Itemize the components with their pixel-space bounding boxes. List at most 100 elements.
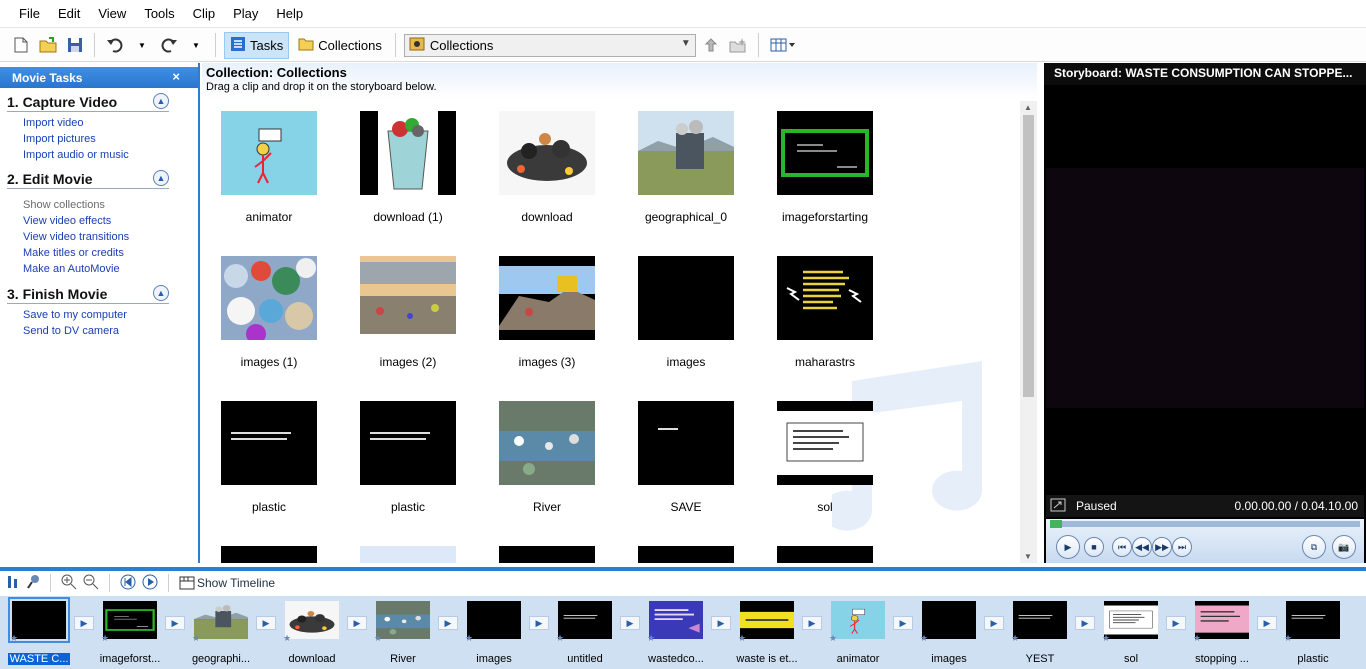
up-one-level-icon[interactable]: [700, 32, 722, 58]
transition-slot-icon[interactable]: ▶: [620, 616, 640, 630]
stop-icon[interactable]: ■: [1084, 537, 1104, 557]
collection-clip[interactable]: plastic: [343, 401, 473, 514]
seek-bar[interactable]: [1050, 520, 1360, 528]
effect-star-icon[interactable]: ★: [101, 633, 109, 644]
collection-clip[interactable]: plastic: [204, 401, 334, 514]
storyboard-clip[interactable]: ★ images: [918, 601, 980, 665]
task-link-view-video-transitions[interactable]: View video transitions: [7, 229, 198, 245]
views-icon[interactable]: [767, 32, 799, 58]
task-link-import-audio-or-music[interactable]: Import audio or music: [7, 147, 198, 163]
effect-star-icon[interactable]: ★: [738, 633, 746, 644]
storyboard-clip[interactable]: ★ wastedco...: [645, 601, 707, 665]
transition-slot-icon[interactable]: ▶: [711, 616, 731, 630]
previous-frame-icon[interactable]: ⏮: [1112, 537, 1132, 557]
transition-slot-icon[interactable]: ▶: [1166, 616, 1186, 630]
effect-star-icon[interactable]: ★: [920, 633, 928, 644]
effect-star-icon[interactable]: ★: [465, 633, 473, 644]
clip-thumbnail[interactable]: [499, 546, 595, 563]
task-link-make-titles-or-credits[interactable]: Make titles or credits: [7, 245, 198, 261]
storyboard-clip[interactable]: ★ plastic: [1282, 601, 1344, 665]
menu-view[interactable]: View: [89, 6, 135, 21]
scrollbar-thumb[interactable]: [1023, 115, 1034, 397]
transition-slot-icon[interactable]: ▶: [893, 616, 913, 630]
effect-star-icon[interactable]: ★: [1011, 633, 1019, 644]
storyboard-clip[interactable]: ★ untitled: [554, 601, 616, 665]
collection-select[interactable]: Collections ▼: [403, 33, 696, 57]
take-picture-icon[interactable]: 📷: [1332, 535, 1356, 559]
effect-star-icon[interactable]: ★: [192, 633, 200, 644]
redo-dropdown-icon[interactable]: ▼: [185, 32, 207, 58]
transition-slot-icon[interactable]: ▶: [802, 616, 822, 630]
effect-star-icon[interactable]: ★: [829, 633, 837, 644]
fast-forward-icon[interactable]: ▶▶: [1152, 537, 1172, 557]
collection-clip[interactable]: imageforstarting: [760, 111, 890, 224]
storyboard-clip[interactable]: ★ waste is et...: [736, 601, 798, 665]
collection-scrollbar[interactable]: ▲ ▼: [1020, 101, 1037, 563]
clip-thumbnail[interactable]: [221, 546, 317, 563]
clip-thumbnail[interactable]: [638, 546, 734, 563]
menu-file[interactable]: File: [10, 6, 49, 21]
transition-slot-icon[interactable]: ▶: [165, 616, 185, 630]
transition-slot-icon[interactable]: ▶: [256, 616, 276, 630]
task-section-title[interactable]: 1. Capture Video ▲: [7, 93, 169, 112]
tasks-toggle-button[interactable]: Tasks: [224, 31, 290, 59]
collapse-icon[interactable]: ▲: [153, 285, 169, 301]
effect-star-icon[interactable]: ★: [647, 633, 655, 644]
collection-clip[interactable]: maharastrs: [760, 256, 890, 369]
collection-clip[interactable]: River: [482, 401, 612, 514]
rewind-storyboard-icon[interactable]: [120, 574, 136, 593]
collection-clip[interactable]: animator: [204, 111, 334, 224]
task-section-title[interactable]: 2. Edit Movie ▲: [7, 170, 169, 189]
collection-clip[interactable]: download: [482, 111, 612, 224]
zoom-out-icon[interactable]: [83, 574, 99, 593]
collection-clip[interactable]: images (2): [343, 256, 473, 369]
task-section-title[interactable]: 3. Finish Movie ▲: [7, 285, 169, 304]
rewind-icon[interactable]: ◀◀: [1132, 537, 1152, 557]
task-link-import-video[interactable]: Import video: [7, 115, 198, 131]
task-link-show-collections[interactable]: Show collections: [7, 197, 198, 213]
menu-tools[interactable]: Tools: [135, 6, 183, 21]
split-clip-icon[interactable]: ⧉: [1302, 535, 1326, 559]
transition-slot-icon[interactable]: ▶: [347, 616, 367, 630]
collection-clip[interactable]: images: [621, 256, 751, 369]
effect-star-icon[interactable]: ★: [1193, 633, 1201, 644]
task-link-import-pictures[interactable]: Import pictures: [7, 131, 198, 147]
play-storyboard-icon[interactable]: [142, 574, 158, 593]
storyboard-clip[interactable]: ★ animator: [827, 601, 889, 665]
effect-star-icon[interactable]: ★: [556, 633, 564, 644]
show-timeline-button[interactable]: Show Timeline: [179, 575, 275, 591]
collection-clip[interactable]: images (3): [482, 256, 612, 369]
transition-slot-icon[interactable]: ▶: [1075, 616, 1095, 630]
collapse-icon[interactable]: ▲: [153, 170, 169, 186]
collection-clip[interactable]: sol: [760, 401, 890, 514]
effect-star-icon[interactable]: ★: [1284, 633, 1292, 644]
task-link-make-an-automovie[interactable]: Make an AutoMovie: [7, 261, 198, 277]
save-project-icon[interactable]: [64, 32, 86, 58]
seek-thumb[interactable]: [1050, 520, 1062, 528]
narrate-timeline-icon[interactable]: [26, 574, 40, 593]
storyboard-clip[interactable]: ★ YEST: [1009, 601, 1071, 665]
redo-icon[interactable]: [157, 32, 181, 58]
effect-star-icon[interactable]: ★: [283, 633, 291, 644]
task-link-view-video-effects[interactable]: View video effects: [7, 213, 198, 229]
storyboard-clip[interactable]: ★ images: [463, 601, 525, 665]
collapse-icon[interactable]: ▲: [153, 93, 169, 109]
transition-slot-icon[interactable]: ▶: [984, 616, 1004, 630]
collection-clip[interactable]: images (1): [204, 256, 334, 369]
effect-star-icon[interactable]: ★: [10, 633, 18, 644]
clip-thumbnail[interactable]: [777, 546, 873, 563]
close-icon[interactable]: ×: [172, 69, 180, 84]
effect-star-icon[interactable]: ★: [374, 633, 382, 644]
new-project-icon[interactable]: [10, 32, 32, 58]
task-link-send-to-dv-camera[interactable]: Send to DV camera: [7, 323, 198, 339]
collection-clip[interactable]: geographical_0: [621, 111, 751, 224]
storyboard-clip[interactable]: ★ imageforst...: [99, 601, 161, 665]
play-icon[interactable]: ▶: [1056, 535, 1080, 559]
set-audio-levels-icon[interactable]: [6, 574, 20, 593]
scroll-up-icon[interactable]: ▲: [1024, 103, 1032, 112]
transition-slot-icon[interactable]: ▶: [438, 616, 458, 630]
menu-edit[interactable]: Edit: [49, 6, 89, 21]
storyboard-clip[interactable]: ★ download: [281, 601, 343, 665]
next-frame-icon[interactable]: ⏭: [1172, 537, 1192, 557]
storyboard-clip[interactable]: ★ stopping ...: [1191, 601, 1253, 665]
